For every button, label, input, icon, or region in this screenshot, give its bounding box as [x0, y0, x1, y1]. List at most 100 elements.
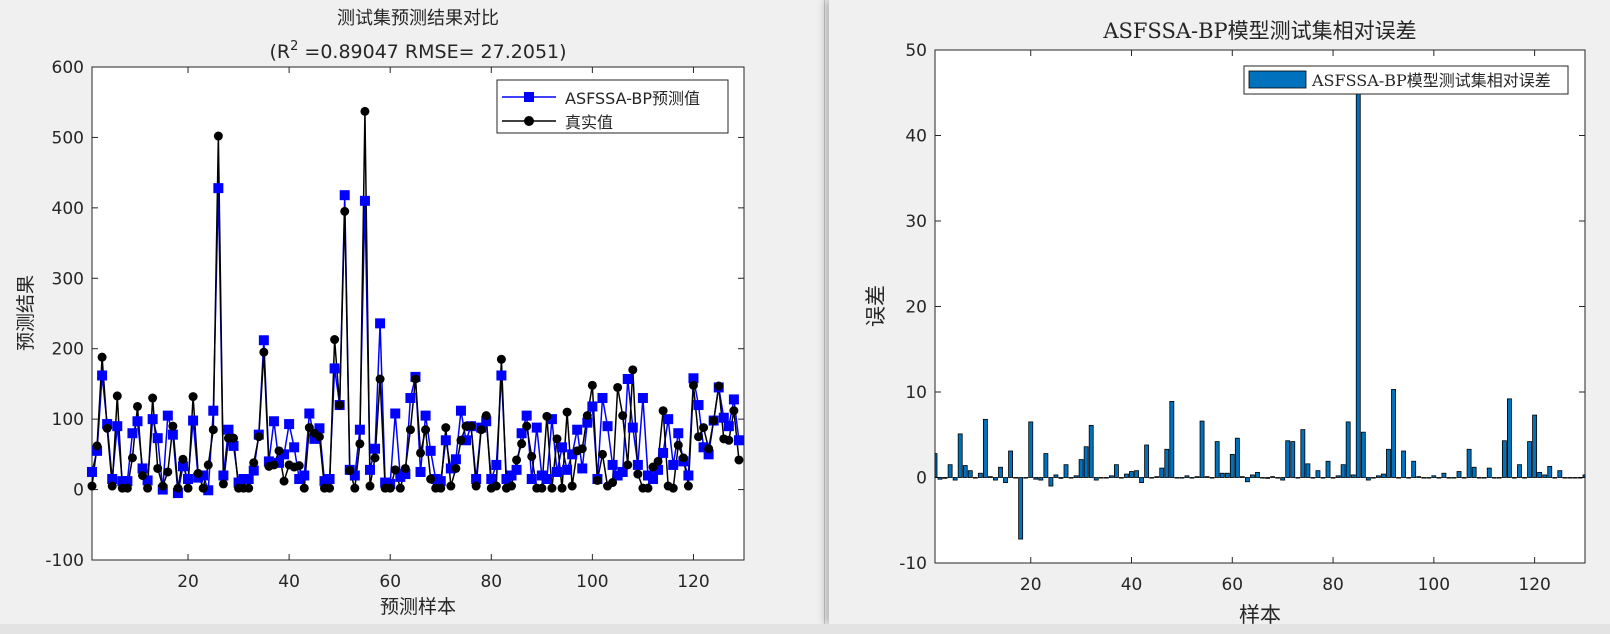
chart1-point-predicted [284, 419, 295, 430]
chart2-bar [1068, 477, 1074, 479]
chart1-xtick-label: 120 [677, 572, 709, 592]
chart2-bar [1209, 477, 1215, 479]
chart2-bar [1179, 477, 1185, 479]
figure-window-right: ASFSSA-BP模型测试集相对误差 样本 误差 20 40 60 80 100 120-… [829, 0, 1610, 627]
chart2-bar [1280, 477, 1286, 481]
chart2-bar [1189, 477, 1195, 479]
chart1-point-actual [522, 421, 532, 431]
chart1-point-actual [345, 466, 355, 476]
chart1-point-predicted [622, 373, 633, 384]
chart1-point-predicted [132, 416, 143, 427]
chart2-bar [1154, 476, 1160, 478]
chart2-xlabel: 样本 [1239, 603, 1281, 624]
chart1-point-predicted [597, 393, 608, 404]
chart2-bar [1290, 441, 1296, 478]
chart2-bar [1436, 477, 1442, 479]
chart2-legend: ASFSSA-BP模型测试集相对误差 [1243, 65, 1569, 95]
chart1-point-actual [294, 461, 304, 471]
chart1-point-actual [643, 483, 653, 493]
chart2-bar [1219, 472, 1225, 478]
chart1-point-predicted [152, 433, 163, 444]
chart1-title-r2-prefix: (R [269, 41, 290, 63]
chart1-point-actual [168, 421, 178, 431]
chart2-bar [1552, 477, 1558, 479]
chart1-point-actual [471, 481, 481, 491]
chart2-bar [1365, 477, 1371, 481]
chart1-point-predicted [127, 428, 138, 439]
chart1-point-actual [613, 382, 623, 392]
chart1-point-actual [552, 434, 562, 444]
chart1-point-actual [714, 381, 724, 391]
chart2-bar [1305, 463, 1311, 478]
chart2-ytick-label: -10 [899, 554, 927, 574]
chart1-xlabel: 预测样本 [380, 596, 456, 618]
chart1-point-predicted [648, 474, 659, 485]
chart1-point-actual [314, 432, 324, 442]
chart2-bar [1486, 467, 1492, 478]
chart2-bar [1033, 477, 1039, 480]
chart2-bar [1295, 477, 1301, 479]
chart1-point-predicted [450, 454, 461, 465]
chart1-point-predicted [683, 470, 694, 481]
chart2-bar [1144, 444, 1150, 478]
chart2-xtick-label: 80 [1322, 575, 1344, 595]
chart1-point-actual [592, 475, 602, 485]
chart2-bar [1471, 466, 1477, 478]
chart1-point-actual [623, 460, 633, 470]
chart1-point-predicted [87, 466, 97, 477]
chart1-point-actual [138, 470, 148, 480]
chart1-point-predicted [420, 410, 431, 421]
chart2-bar [1224, 472, 1230, 478]
chart2-bar [1058, 477, 1064, 479]
chart1-point-actual [107, 481, 117, 491]
chart1-point-actual [446, 481, 456, 491]
chart1-point-actual [683, 481, 693, 491]
chart1-point-predicted [632, 459, 643, 470]
chart1-point-actual [97, 352, 107, 362]
chart1-point-predicted [112, 421, 123, 432]
chart1-point-actual [704, 444, 714, 454]
chart1-point-predicted [162, 410, 173, 421]
chart1-point-actual [229, 433, 239, 443]
chart1-point-actual [198, 483, 208, 493]
chart1-point-actual [426, 474, 436, 484]
chart2-title: ASFSSA-BP模型测试集相对误差 [1102, 19, 1416, 43]
chart2-bar [1537, 471, 1543, 478]
chart1-point-actual [208, 425, 218, 435]
chart2-ytick-label: 0 [916, 469, 927, 489]
chart1-point-actual [527, 451, 537, 461]
chart1-point-actual [709, 416, 719, 426]
chart1-xtick-label: 60 [379, 572, 401, 592]
chart2-bar [1260, 477, 1265, 479]
chart1-point-actual [451, 463, 461, 473]
chart1-point-actual [279, 476, 289, 486]
chart2-bar [957, 433, 963, 478]
chart2-bar [1431, 475, 1437, 478]
chart1-point-predicted [339, 190, 350, 201]
chart1-point-actual [178, 454, 188, 464]
chart1-point-actual [694, 432, 704, 442]
chart1-point-actual [577, 444, 587, 454]
chart1-point-predicted [268, 416, 279, 427]
chart1-point-actual [375, 374, 385, 384]
chart1-point-predicted [415, 466, 426, 477]
chart2-bar [1335, 475, 1341, 478]
chart2-bar [1557, 470, 1563, 478]
figure-window-left: 测试集预测结果对比 (R2 =0.89047 RMSE= 27.2051) 预测… [0, 0, 825, 624]
chart1-point-predicted [440, 435, 451, 446]
chart2-bar [1134, 470, 1139, 478]
chart1-point-predicted [359, 195, 370, 206]
chart1-point-predicted [511, 464, 522, 475]
chart1-xtick-label: 20 [177, 572, 199, 592]
chart1-point-actual [244, 483, 254, 493]
chart1-point-actual [729, 406, 739, 416]
chart1-point-predicted [147, 414, 158, 425]
chart1-point-predicted [208, 405, 219, 416]
chart2-bar [942, 477, 948, 479]
chart1-point-actual [163, 467, 173, 477]
chart1-legend-item-0: ASFSSA-BP预测值 [565, 89, 700, 108]
chart2-ytick-label: 30 [905, 212, 927, 232]
chart2-bar [1285, 440, 1291, 478]
chart1-point-actual [218, 479, 228, 489]
chart2-xtick-label: 60 [1221, 575, 1243, 595]
